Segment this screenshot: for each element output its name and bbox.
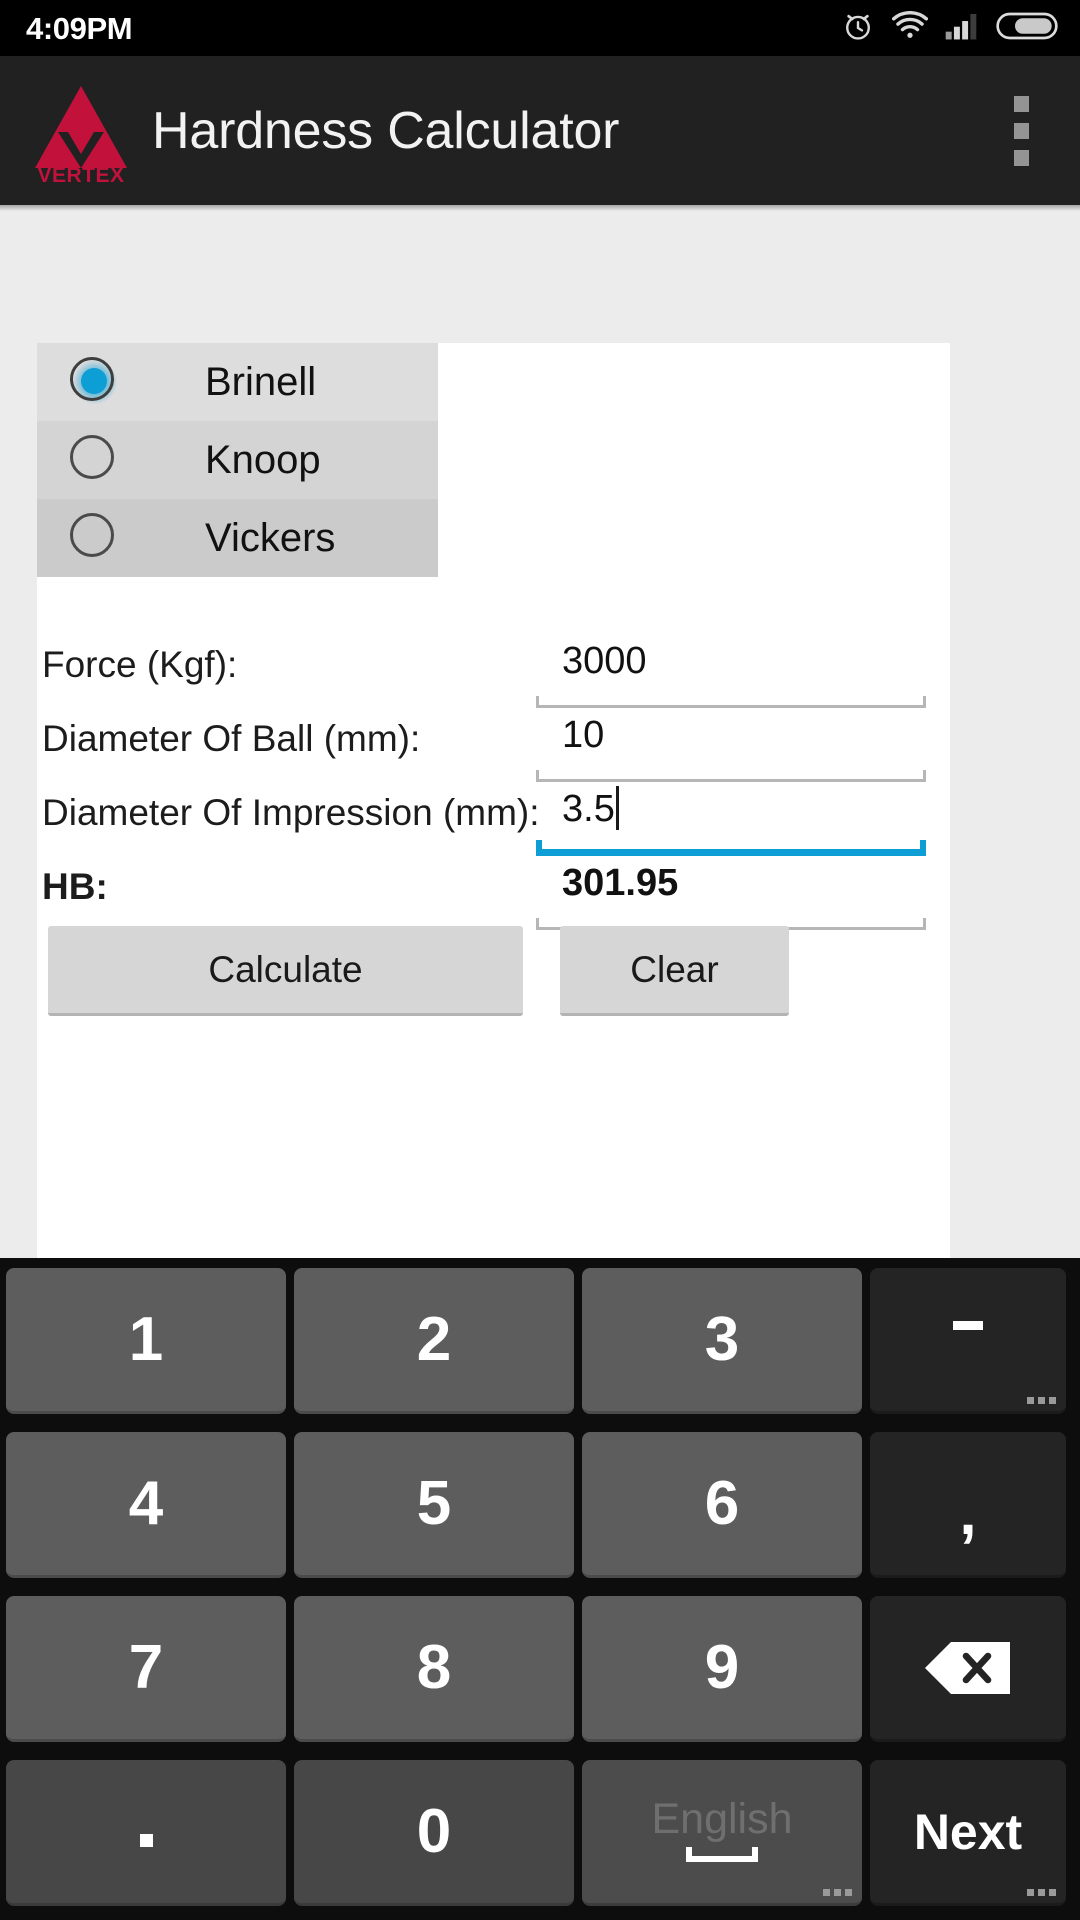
- app-title: Hardness Calculator: [152, 101, 620, 160]
- radio-option-knoop[interactable]: Knoop: [37, 421, 438, 499]
- keyboard-row: 0 English Next: [6, 1760, 1074, 1906]
- period-glyph: [139, 1834, 153, 1847]
- app-bar-shadow: [0, 205, 1080, 211]
- radio-button-icon[interactable]: [70, 357, 120, 407]
- keyboard-row: 4 5 6 ,: [6, 1432, 1074, 1578]
- action-button-bar: Calculate Clear: [48, 926, 943, 1016]
- hardness-method-radio-group: Brinell Knoop Vickers: [37, 343, 438, 577]
- radio-button-icon[interactable]: [70, 513, 120, 563]
- calculate-button[interactable]: Calculate: [48, 926, 523, 1016]
- overflow-dot: [1013, 149, 1029, 166]
- impression-diameter-input[interactable]: 3.5: [536, 786, 926, 856]
- key-0[interactable]: 0: [294, 1760, 574, 1906]
- keyboard-language-label: English: [651, 1795, 793, 1843]
- radio-option-brinell[interactable]: Brinell: [37, 343, 438, 421]
- field-row-impression-diameter: Diameter Of Impression (mm): 3.5: [37, 786, 950, 860]
- status-bar-icons: [841, 9, 1058, 48]
- backspace-icon: [922, 1638, 1014, 1698]
- text-cursor: [615, 786, 619, 830]
- more-options-indicator: [823, 1889, 852, 1896]
- hb-result-value: 301.95: [562, 862, 679, 904]
- impression-diameter-input-value: 3.5: [562, 788, 615, 830]
- status-bar-clock: 4:09PM: [26, 10, 133, 46]
- radio-label-brinell: Brinell: [205, 359, 317, 404]
- field-label-hb: HB:: [42, 866, 108, 907]
- calculator-card: Brinell Knoop Vickers Force (Kgf): 3000 …: [37, 343, 950, 1263]
- key-comma[interactable]: ,: [870, 1432, 1066, 1578]
- key-dash[interactable]: [870, 1268, 1066, 1414]
- force-input[interactable]: 3000: [536, 638, 926, 708]
- more-options-indicator: [1027, 1397, 1056, 1404]
- app-bar: VERTEX Hardness Calculator: [0, 56, 1080, 205]
- field-row-result-hb: HB: 301.95: [37, 860, 950, 934]
- field-row-ball-diameter: Diameter Of Ball (mm): 10: [37, 712, 950, 786]
- ball-diameter-input[interactable]: 10: [536, 712, 926, 782]
- radio-ring: [70, 513, 114, 557]
- spacebar-glyph: [686, 1847, 758, 1862]
- radio-button-icon[interactable]: [70, 435, 120, 485]
- field-underline: [536, 770, 926, 782]
- overflow-dot: [1013, 122, 1029, 139]
- key-1[interactable]: 1: [6, 1268, 286, 1414]
- overflow-menu-icon[interactable]: [986, 81, 1062, 181]
- key-8[interactable]: 8: [294, 1596, 574, 1742]
- hb-result-field[interactable]: 301.95: [536, 860, 926, 930]
- field-row-force: Force (Kgf): 3000: [37, 638, 950, 712]
- field-underline: [536, 696, 926, 708]
- radio-ring: [70, 435, 114, 479]
- field-label-force: Force (Kgf):: [42, 644, 238, 685]
- dash-glyph: [953, 1321, 983, 1330]
- key-spacebar[interactable]: English: [582, 1760, 862, 1906]
- key-6[interactable]: 6: [582, 1432, 862, 1578]
- phone-screen: 4:09PM VERTEX Hardness Calculator Brinel…: [0, 0, 1080, 1920]
- wifi-icon: [891, 10, 929, 46]
- vertex-logo-icon: VERTEX: [32, 82, 130, 184]
- battery-icon: [996, 10, 1058, 47]
- field-label-impression-diameter: Diameter Of Impression (mm):: [42, 792, 540, 833]
- field-underline-focused: [536, 840, 926, 856]
- keyboard-row: 7 8 9: [6, 1596, 1074, 1742]
- key-3[interactable]: 3: [582, 1268, 862, 1414]
- overflow-dot: [1013, 95, 1029, 112]
- radio-option-vickers[interactable]: Vickers: [37, 499, 438, 577]
- key-2[interactable]: 2: [294, 1268, 574, 1414]
- key-4[interactable]: 4: [6, 1432, 286, 1578]
- key-next[interactable]: Next: [870, 1760, 1066, 1906]
- svg-text:VERTEX: VERTEX: [37, 164, 124, 184]
- radio-label-vickers: Vickers: [205, 515, 336, 560]
- form-fields: Force (Kgf): 3000 Diameter Of Ball (mm):…: [37, 638, 950, 934]
- more-options-indicator: [1027, 1889, 1056, 1896]
- key-7[interactable]: 7: [6, 1596, 286, 1742]
- key-backspace[interactable]: [870, 1596, 1066, 1742]
- force-input-value: 3000: [562, 640, 647, 682]
- comma-glyph: ,: [959, 1479, 977, 1549]
- field-label-ball-diameter: Diameter Of Ball (mm):: [42, 718, 421, 759]
- status-bar: 4:09PM: [0, 0, 1080, 56]
- signal-icon: [945, 11, 979, 46]
- radio-dot: [81, 368, 107, 394]
- keyboard-row: 1 2 3: [6, 1268, 1074, 1414]
- key-next-label: Next: [913, 1803, 1023, 1860]
- on-screen-keyboard: 1 2 3 4 5 6 , 7 8 9 0 English Next: [0, 1258, 1080, 1920]
- key-period[interactable]: [6, 1760, 286, 1906]
- alarm-icon: [841, 9, 875, 48]
- ball-diameter-input-value: 10: [562, 714, 605, 756]
- radio-label-knoop: Knoop: [205, 437, 321, 482]
- key-9[interactable]: 9: [582, 1596, 862, 1742]
- clear-button[interactable]: Clear: [560, 926, 789, 1016]
- key-5[interactable]: 5: [294, 1432, 574, 1578]
